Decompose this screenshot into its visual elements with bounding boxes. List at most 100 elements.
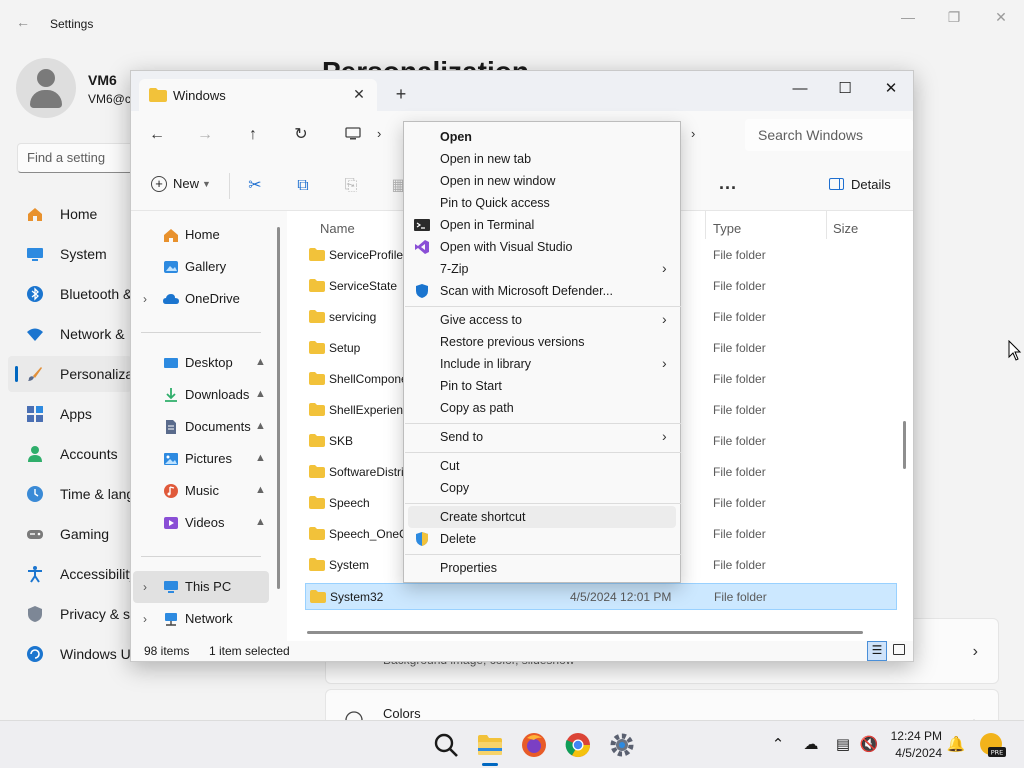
maximize-icon[interactable]: ☐ bbox=[822, 75, 868, 103]
pin-icon[interactable]: ▲ bbox=[255, 420, 266, 432]
settings-gear-icon[interactable] bbox=[606, 729, 638, 761]
nav-item-pictures[interactable]: Pictures ▲ bbox=[131, 443, 281, 475]
column-header-name[interactable]: Name bbox=[320, 221, 355, 236]
more-options-icon[interactable]: ... bbox=[719, 173, 737, 194]
settings-nav-windows-update[interactable]: Windows U bbox=[8, 636, 132, 672]
chevron-right-icon[interactable]: › bbox=[691, 126, 695, 141]
pin-icon[interactable]: ▲ bbox=[255, 484, 266, 496]
horizontal-scrollbar[interactable] bbox=[307, 631, 863, 634]
menu-item-open-new-window[interactable]: Open in new window bbox=[408, 170, 676, 192]
chevron-up-icon[interactable]: ⌃ bbox=[768, 735, 788, 755]
nav-item-documents[interactable]: Documents ▲ bbox=[131, 411, 281, 443]
table-row-selected[interactable]: System32 4/5/2024 12:01 PM File folder bbox=[305, 583, 897, 610]
vertical-scrollbar[interactable] bbox=[903, 421, 906, 469]
search-icon[interactable] bbox=[430, 729, 462, 761]
menu-item-give-access[interactable]: Give access to › bbox=[408, 309, 676, 331]
menu-item-7zip[interactable]: 7-Zip › bbox=[408, 258, 676, 280]
chevron-right-icon[interactable]: › bbox=[377, 126, 381, 141]
menu-item-open[interactable]: Open bbox=[408, 126, 676, 148]
network-status-icon[interactable]: ▤ bbox=[833, 735, 853, 755]
menu-item-create-shortcut[interactable]: Create shortcut bbox=[408, 506, 676, 528]
avatar[interactable] bbox=[16, 58, 76, 118]
restore-icon[interactable]: ❐ bbox=[931, 6, 977, 28]
tab-windows[interactable]: Windows ✕ bbox=[139, 79, 377, 111]
paste-icon[interactable]: ⎘ bbox=[340, 175, 362, 197]
pin-icon[interactable]: ▲ bbox=[255, 388, 266, 400]
back-arrow-icon[interactable]: ← bbox=[144, 123, 170, 147]
menu-item-properties[interactable]: Properties bbox=[408, 557, 676, 579]
settings-nav-apps[interactable]: Apps bbox=[8, 396, 132, 432]
tab-close-icon[interactable]: ✕ bbox=[349, 84, 369, 104]
menu-item-pin-start[interactable]: Pin to Start bbox=[408, 375, 676, 397]
settings-nav-privacy[interactable]: Privacy & s bbox=[8, 596, 132, 632]
chevron-right-icon[interactable]: › bbox=[143, 292, 147, 306]
chevron-right-icon[interactable]: › bbox=[143, 580, 147, 594]
settings-nav-system[interactable]: System bbox=[8, 236, 132, 272]
column-divider[interactable] bbox=[705, 211, 706, 239]
nav-item-onedrive[interactable]: › OneDrive bbox=[131, 283, 281, 315]
minimize-icon[interactable]: — bbox=[777, 75, 823, 103]
copy-icon[interactable]: ⧉ bbox=[292, 175, 314, 197]
search-input[interactable]: Search Windows bbox=[745, 119, 913, 151]
notification-bell-icon[interactable]: 🔔 bbox=[946, 735, 966, 755]
settings-nav-accounts[interactable]: Accounts bbox=[8, 436, 132, 472]
menu-item-restore-versions[interactable]: Restore previous versions bbox=[408, 331, 676, 353]
menu-item-open-new-tab[interactable]: Open in new tab bbox=[408, 148, 676, 170]
menu-item-include-library[interactable]: Include in library › bbox=[408, 353, 676, 375]
pin-icon[interactable]: ▲ bbox=[255, 452, 266, 464]
menu-item-open-visual-studio[interactable]: Open with Visual Studio bbox=[408, 236, 676, 258]
minimize-icon[interactable]: — bbox=[885, 6, 931, 28]
chrome-icon[interactable] bbox=[562, 729, 594, 761]
nav-item-videos[interactable]: Videos ▲ bbox=[131, 507, 281, 539]
pin-icon[interactable]: ▲ bbox=[255, 516, 266, 528]
settings-nav-gaming[interactable]: Gaming bbox=[8, 516, 132, 552]
settings-nav-network[interactable]: Network & bbox=[8, 316, 132, 352]
pin-icon[interactable]: ▲ bbox=[255, 356, 266, 368]
copilot-pre-icon[interactable]: PRE bbox=[978, 731, 1006, 759]
settings-nav-personalization[interactable]: Personaliza bbox=[8, 356, 133, 392]
menu-item-copy-path[interactable]: Copy as path bbox=[408, 397, 676, 419]
nav-item-this-pc[interactable]: › This PC bbox=[133, 571, 269, 603]
nav-item-music[interactable]: Music ▲ bbox=[131, 475, 281, 507]
menu-item-scan-defender[interactable]: Scan with Microsoft Defender... bbox=[408, 280, 676, 302]
new-tab-icon[interactable]: + bbox=[389, 83, 413, 107]
nav-item-desktop[interactable]: Desktop ▲ bbox=[131, 347, 281, 379]
settings-nav-bluetooth[interactable]: Bluetooth & bbox=[8, 276, 132, 312]
new-button[interactable]: + New ▼ bbox=[151, 175, 211, 197]
firefox-icon[interactable] bbox=[518, 729, 550, 761]
column-divider[interactable] bbox=[826, 211, 827, 239]
settings-nav-accessibility[interactable]: Accessibility bbox=[8, 556, 136, 592]
clock-time[interactable]: 12:24 PM bbox=[884, 729, 942, 743]
nav-item-home[interactable]: Home bbox=[131, 219, 281, 251]
forward-arrow-icon[interactable]: → bbox=[192, 123, 218, 147]
cloud-offline-icon[interactable]: ☁ bbox=[801, 735, 821, 755]
menu-item-copy[interactable]: Copy bbox=[408, 477, 676, 499]
nav-item-network[interactable]: › Network bbox=[131, 603, 281, 635]
file-explorer-icon[interactable] bbox=[474, 729, 506, 761]
menu-item-pin-quick-access[interactable]: Pin to Quick access bbox=[408, 192, 676, 214]
details-button[interactable]: Details bbox=[829, 177, 891, 192]
close-icon[interactable]: ✕ bbox=[868, 75, 914, 103]
menu-item-delete[interactable]: Delete bbox=[408, 528, 676, 550]
back-arrow-icon[interactable]: ← bbox=[16, 14, 32, 30]
nav-item-downloads[interactable]: Downloads ▲ bbox=[131, 379, 281, 411]
menu-item-cut[interactable]: Cut bbox=[408, 455, 676, 477]
up-arrow-icon[interactable]: ↑ bbox=[240, 123, 266, 147]
volume-muted-icon[interactable]: 🔇 bbox=[859, 735, 879, 755]
menu-item-send-to[interactable]: Send to › bbox=[408, 426, 676, 448]
settings-nav-time[interactable]: Time & lang bbox=[8, 476, 134, 512]
settings-nav-home[interactable]: Home bbox=[8, 196, 132, 232]
cut-icon[interactable]: ✂ bbox=[244, 175, 266, 197]
close-icon[interactable]: ✕ bbox=[978, 6, 1024, 28]
find-setting-input[interactable]: Find a setting bbox=[17, 143, 135, 173]
column-header-size[interactable]: Size bbox=[833, 221, 858, 236]
clock-date[interactable]: 4/5/2024 bbox=[884, 746, 942, 760]
chevron-right-icon[interactable]: › bbox=[143, 612, 147, 626]
tiles-view-icon[interactable] bbox=[893, 644, 905, 655]
nav-item-gallery[interactable]: Gallery bbox=[131, 251, 281, 283]
nav-scrollbar[interactable] bbox=[277, 227, 280, 589]
column-header-type[interactable]: Type bbox=[713, 221, 741, 236]
refresh-icon[interactable]: ↻ bbox=[288, 123, 314, 147]
menu-item-open-terminal[interactable]: Open in Terminal bbox=[408, 214, 676, 236]
details-view-icon[interactable]: ☰ bbox=[867, 641, 887, 661]
